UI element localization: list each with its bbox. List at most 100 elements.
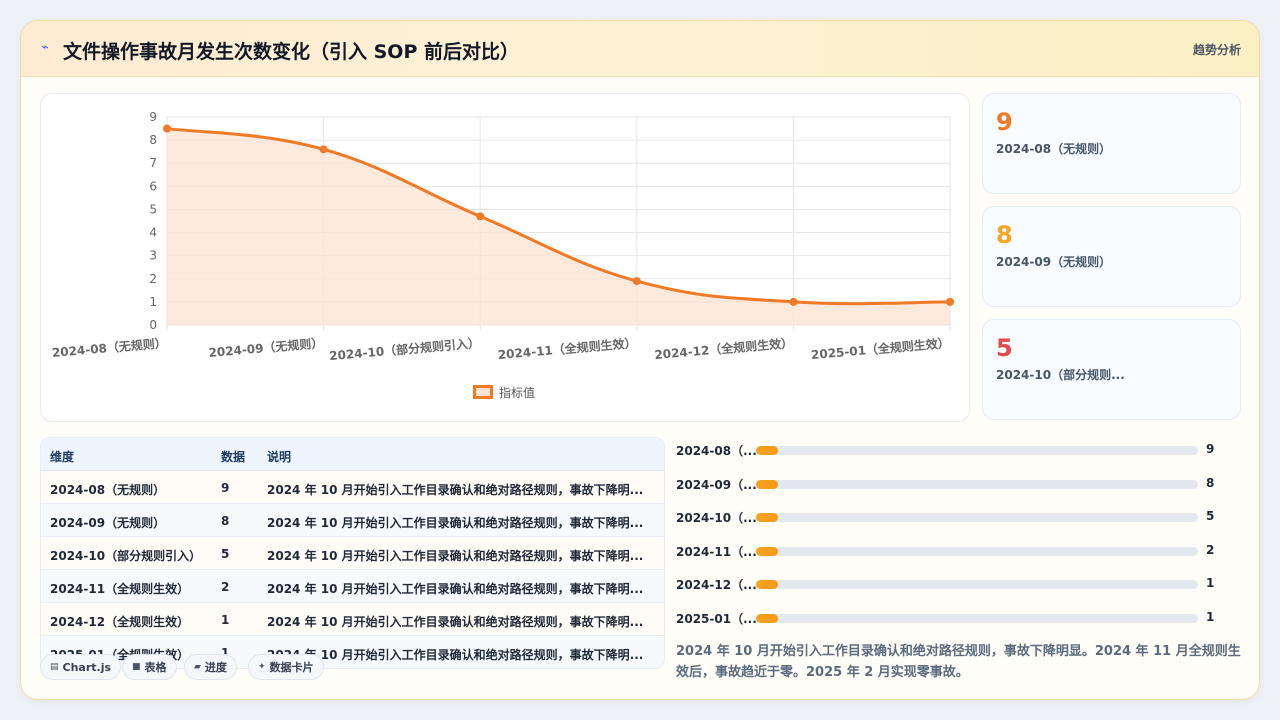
row-description: 2024 年 10 月开始引入工作目录确认和绝对路径规则，事故下降明... bbox=[267, 582, 644, 596]
pill-label: 数据卡片 bbox=[269, 661, 314, 674]
row-description: 2024 年 10 月开始引入工作目录确认和绝对路径规则，事故下降明... bbox=[267, 516, 644, 530]
pill-label: Chart.js bbox=[62, 660, 112, 674]
row-dimension: 2024-11（全规则生效） bbox=[50, 582, 190, 596]
y-tick-label: 2 bbox=[149, 272, 157, 286]
legend-swatch bbox=[473, 385, 493, 399]
progress-track bbox=[756, 480, 1198, 489]
chartjs-pill[interactable]: ▤ Chart.js bbox=[40, 654, 122, 680]
progress-track bbox=[756, 446, 1198, 455]
data-point bbox=[163, 124, 171, 133]
table-pill[interactable]: ■ 表格 bbox=[122, 654, 177, 680]
progress-value: 9 bbox=[1206, 442, 1215, 456]
progress-row: 2024-12（... 1 bbox=[676, 573, 1246, 593]
trend-icon: ⌁ bbox=[41, 40, 49, 55]
column-header-data: 数据 bbox=[221, 450, 246, 464]
line-chart-card: 0 1 2 3 4 5 6 7 8 9 2024-08（无规则） 2024-09（无规则） 2024-1… bbox=[40, 93, 970, 422]
progress-row: 2024-08（... 9 bbox=[676, 439, 1246, 459]
y-tick-label: 1 bbox=[149, 295, 157, 309]
row-description: 2024 年 10 月开始引入工作目录确认和绝对路径规则，事故下降明... bbox=[267, 648, 644, 662]
table-row[interactable]: 2024-12（全规则生效） 1 2024 年 10 月开始引入工作目录确认和绝… bbox=[41, 603, 664, 636]
data-point bbox=[946, 297, 954, 306]
progress-row: 2024-10（... 5 bbox=[676, 506, 1246, 526]
analysis-tag: 趋势分析 bbox=[1192, 43, 1241, 57]
legend-label: 指标值 bbox=[499, 385, 536, 400]
data-table: 维度 数据 说明 2024-08（无规则） 9 2024 年 10 月开始引入工… bbox=[40, 437, 665, 669]
stat-label: 2024-09（无规则） bbox=[996, 255, 1112, 269]
stat-value: 5 bbox=[996, 334, 1013, 362]
chart-legend[interactable]: 指标值 bbox=[473, 384, 535, 400]
progress-label: 2024-11（... bbox=[676, 545, 757, 559]
pill-label: 表格 bbox=[144, 661, 167, 674]
pill-label: 进度 bbox=[204, 661, 227, 674]
y-tick-label: 6 bbox=[149, 179, 157, 193]
row-description: 2024 年 10 月开始引入工作目录确认和绝对路径规则，事故下降明... bbox=[267, 615, 644, 629]
dashboard-frame: ⌁ 文件操作事故月发生次数变化（引入 SOP 前后对比） 趋势分析 0 1 2 3 4 5… bbox=[20, 20, 1260, 700]
table-row[interactable]: 2024-09（无规则） 8 2024 年 10 月开始引入工作目录确认和绝对路… bbox=[41, 504, 664, 537]
stat-card: 8 2024-09（无规则） bbox=[982, 206, 1241, 307]
progress-value: 8 bbox=[1206, 476, 1215, 490]
progress-fill bbox=[756, 614, 779, 623]
progress-fill bbox=[756, 513, 779, 522]
progress-icon: ▰ bbox=[194, 662, 201, 672]
progress-fill bbox=[756, 580, 779, 589]
table-icon: ■ bbox=[132, 662, 141, 672]
row-value: 9 bbox=[221, 481, 230, 495]
y-tick-label: 9 bbox=[149, 110, 157, 124]
row-value: 2 bbox=[221, 580, 230, 594]
x-tick-label: 2025-01（全规则生效） bbox=[810, 335, 950, 362]
progress-track bbox=[756, 580, 1198, 589]
progress-pill[interactable]: ▰ 进度 bbox=[184, 654, 237, 680]
y-tick-label: 0 bbox=[149, 318, 157, 332]
row-value: 5 bbox=[221, 547, 230, 561]
table-header: 维度 数据 说明 bbox=[41, 438, 664, 471]
progress-row: 2024-11（... 2 bbox=[676, 540, 1246, 560]
progress-label: 2024-09（... bbox=[676, 478, 757, 492]
x-tick-label: 2024-10（部分规则引入） bbox=[329, 335, 481, 363]
progress-fill bbox=[756, 547, 779, 556]
progress-row: 2025-01（... 1 bbox=[676, 607, 1246, 627]
row-description: 2024 年 10 月开始引入工作目录确认和绝对路径规则，事故下降明... bbox=[267, 549, 644, 563]
header-bar: ⌁ 文件操作事故月发生次数变化（引入 SOP 前后对比） 趋势分析 bbox=[21, 21, 1259, 77]
x-tick-label: 2024-11（全规则生效） bbox=[497, 335, 637, 362]
y-tick-label: 3 bbox=[149, 249, 157, 263]
progress-track bbox=[756, 614, 1198, 623]
data-point bbox=[632, 277, 641, 286]
row-description: 2024 年 10 月开始引入工作目录确认和绝对路径规则，事故下降明... bbox=[267, 483, 644, 497]
data-card-pill[interactable]: ✦ 数据卡片 bbox=[248, 654, 324, 680]
row-dimension: 2024-10（部分规则引入） bbox=[50, 549, 202, 563]
series-area bbox=[167, 128, 950, 325]
data-point bbox=[319, 145, 328, 154]
line-chart: 01234567892024-08（无规则） 2024-09（无规则） 2024-1… bbox=[51, 110, 954, 363]
x-tick-label: 2024-08（无规则） bbox=[51, 335, 167, 360]
progress-track bbox=[756, 513, 1198, 522]
stat-card: 9 2024-08（无规则） bbox=[982, 93, 1241, 194]
progress-track bbox=[756, 547, 1198, 556]
data-point bbox=[789, 297, 798, 306]
page-title: 文件操作事故月发生次数变化（引入 SOP 前后对比） bbox=[63, 41, 519, 63]
progress-value: 1 bbox=[1206, 576, 1215, 590]
stat-card: 5 2024-10（部分规则... bbox=[982, 319, 1241, 420]
progress-label: 2024-08（... bbox=[676, 444, 757, 458]
progress-fill bbox=[756, 480, 779, 489]
table-row[interactable]: 2024-10（部分规则引入） 5 2024 年 10 月开始引入工作目录确认和… bbox=[41, 537, 664, 570]
row-value: 8 bbox=[221, 514, 230, 528]
table-row[interactable]: 2024-11（全规则生效） 2 2024 年 10 月开始引入工作目录确认和绝… bbox=[41, 570, 664, 603]
progress-fill bbox=[756, 446, 779, 455]
summary-text: 2024 年 10 月开始引入工作目录确认和绝对路径规则，事故下降明显。2024… bbox=[676, 644, 1241, 680]
stat-value: 9 bbox=[996, 108, 1013, 136]
y-tick-label: 7 bbox=[149, 156, 157, 170]
chart-icon: ▤ bbox=[50, 662, 59, 672]
stat-label: 2024-10（部分规则... bbox=[996, 368, 1125, 382]
progress-label: 2024-12（... bbox=[676, 578, 757, 592]
column-header-description: 说明 bbox=[267, 450, 292, 464]
y-tick-label: 4 bbox=[149, 226, 157, 240]
x-tick-label: 2024-09（无规则） bbox=[208, 335, 324, 360]
stat-label: 2024-08（无规则） bbox=[996, 142, 1112, 156]
progress-value: 5 bbox=[1206, 509, 1215, 523]
row-dimension: 2024-09（无规则） bbox=[50, 516, 166, 530]
row-dimension: 2024-08（无规则） bbox=[50, 483, 166, 497]
progress-row: 2024-09（... 8 bbox=[676, 473, 1246, 493]
progress-value: 2 bbox=[1206, 543, 1215, 557]
table-row[interactable]: 2024-08（无规则） 9 2024 年 10 月开始引入工作目录确认和绝对路… bbox=[41, 471, 664, 504]
sparkle-icon: ✦ bbox=[258, 662, 266, 672]
